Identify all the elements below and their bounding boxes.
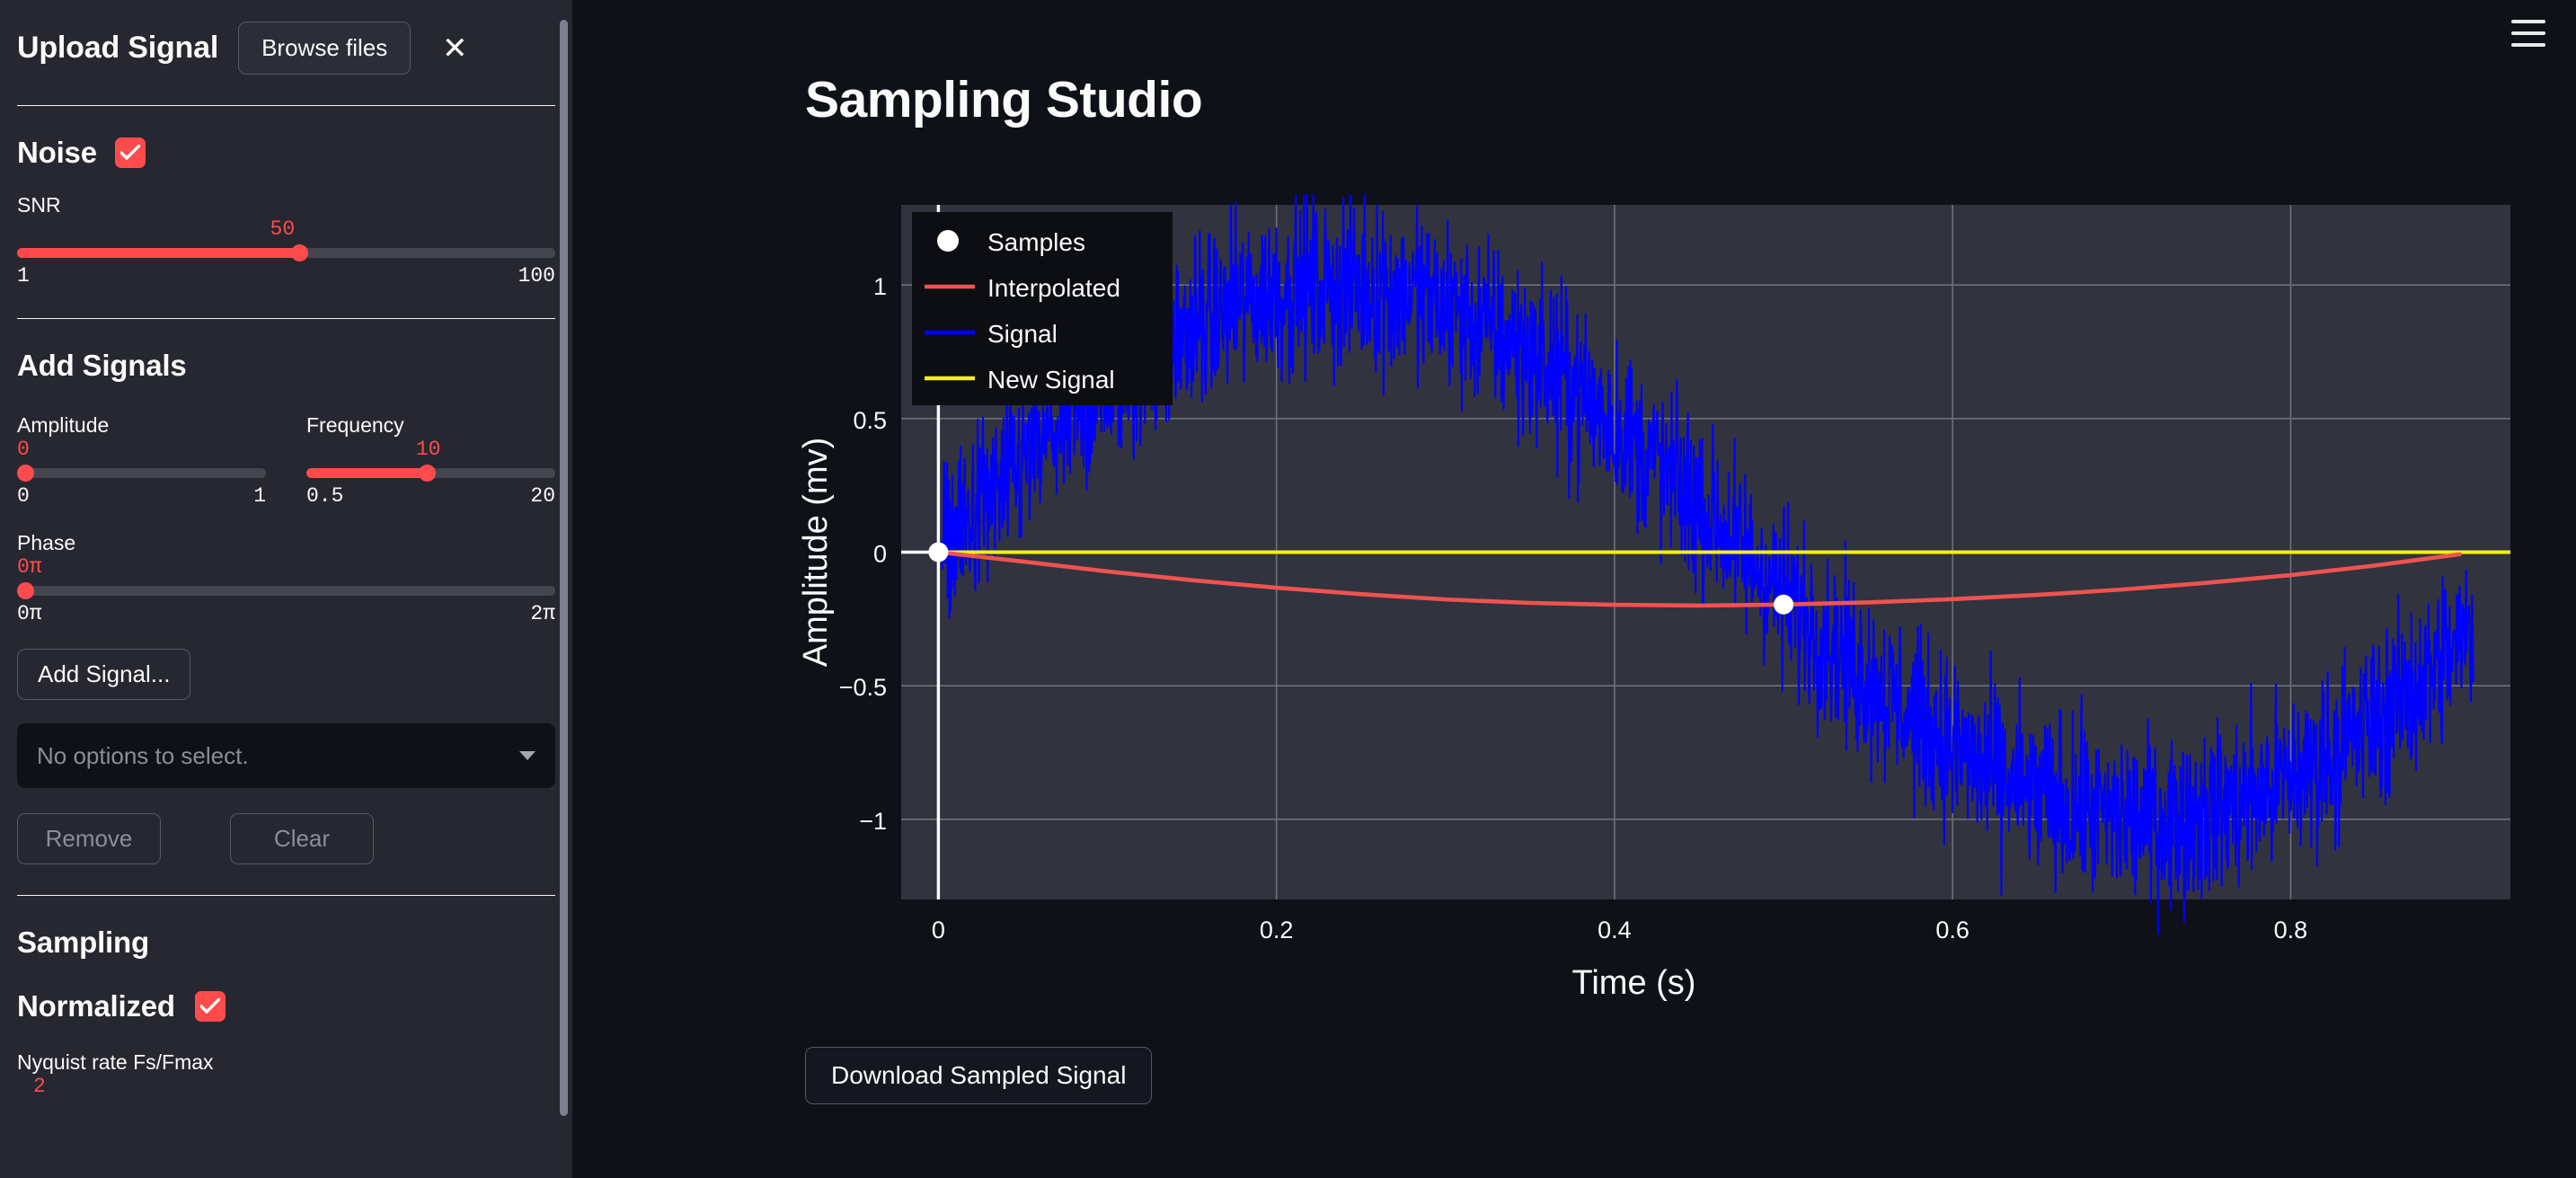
snr-min: 1 <box>17 264 30 288</box>
amplitude-frequency-row: Amplitude 0 0 1 Frequency 10 0.5 20 <box>17 390 555 508</box>
phase-slider-knob[interactable] <box>17 582 34 599</box>
add-signal-button[interactable]: Add Signal... <box>17 649 191 700</box>
signal-select-placeholder: No options to select. <box>37 741 249 769</box>
sampling-title: Sampling <box>17 926 149 959</box>
snr-slider-knob[interactable] <box>291 244 309 261</box>
y-tick-label: −0.5 <box>839 674 887 701</box>
frequency-value: 10 <box>415 438 441 461</box>
snr-max: 100 <box>518 264 555 288</box>
noise-toggle-row: Noise <box>17 136 555 170</box>
noise-checkbox[interactable] <box>114 137 146 168</box>
x-tick-label: 0.2 <box>1260 917 1294 943</box>
y-tick-label: 0 <box>873 541 887 568</box>
x-tick-label: 0.8 <box>2274 917 2308 943</box>
browse-files-button[interactable]: Browse files <box>238 22 412 75</box>
upload-section-header: Upload Signal Browse files ✕ <box>17 13 555 75</box>
amplitude-slider-knob[interactable] <box>17 465 34 482</box>
signal-plot[interactable]: 1 0.5 0 −0.5 −1 0 0.2 0.4 0.6 0.8 Amplitude (mv) Ti… <box>794 171 2537 1048</box>
close-icon[interactable]: ✕ <box>439 33 470 64</box>
phase-control: Phase 0π 0π 2π <box>17 531 555 625</box>
frequency-range: 0.5 20 <box>306 484 555 508</box>
frequency-control: Frequency 10 0.5 20 <box>306 390 555 508</box>
amplitude-slider[interactable] <box>17 465 266 482</box>
legend-label: New Signal <box>987 366 1115 394</box>
upload-signal-title: Upload Signal <box>17 31 219 65</box>
phase-min: 0π <box>17 602 42 625</box>
add-signals-title: Add Signals <box>17 349 187 382</box>
snr-value: 50 <box>270 217 296 241</box>
phase-slider-track <box>17 586 555 596</box>
amplitude-range: 0 1 <box>17 484 266 508</box>
x-axis-title: Time (s) <box>1572 964 1696 1002</box>
y-tick-label: 1 <box>873 273 887 300</box>
divider-upload <box>17 105 555 106</box>
y-tick-label: −1 <box>859 808 887 835</box>
hamburger-menu-icon[interactable] <box>2511 20 2545 47</box>
nyquist-rate-value: 2 <box>32 1075 46 1098</box>
check-icon <box>120 145 140 160</box>
signal-select-dropdown[interactable]: No options to select. <box>17 723 555 788</box>
noise-title: Noise <box>17 136 97 169</box>
y-axis-title: Amplitude (mv) <box>797 438 835 668</box>
hamburger-bar <box>2511 31 2545 35</box>
frequency-min: 0.5 <box>306 484 344 508</box>
download-sampled-signal-button[interactable]: Download Sampled Signal <box>805 1047 1153 1104</box>
snr-range: 1 100 <box>17 264 555 288</box>
divider-noise <box>17 318 555 319</box>
amplitude-value: 0 <box>17 438 30 461</box>
legend-label: Signal <box>987 320 1058 348</box>
nyquist-rate-label: Nyquist rate Fs/Fmax <box>17 1050 214 1074</box>
hamburger-bar <box>2511 43 2545 47</box>
legend-label: Interpolated <box>987 274 1120 302</box>
snr-label: SNR <box>17 193 61 217</box>
normalized-toggle-row: Normalized <box>17 989 555 1023</box>
sidebar: Upload Signal Browse files ✕ Noise SNR 5… <box>0 0 572 1178</box>
normalized-label: Normalized <box>17 989 175 1023</box>
frequency-slider-knob[interactable] <box>418 465 436 482</box>
legend-marker-dot <box>937 230 959 252</box>
check-icon <box>199 998 220 1014</box>
phase-value: 0π <box>17 555 42 579</box>
phase-label: Phase <box>17 531 76 554</box>
frequency-slider-fill <box>306 468 431 478</box>
x-tick-label: 0 <box>932 917 945 943</box>
amplitude-min: 0 <box>17 484 30 508</box>
amplitude-label: Amplitude <box>17 413 110 437</box>
clear-button[interactable]: Clear <box>230 813 374 864</box>
snr-slider[interactable] <box>17 244 555 261</box>
x-tick-label: 0.6 <box>1935 917 1970 943</box>
app-root: Upload Signal Browse files ✕ Noise SNR 5… <box>0 0 2576 1178</box>
hamburger-bar <box>2511 20 2545 23</box>
amplitude-max: 1 <box>253 484 266 508</box>
phase-range: 0π 2π <box>17 602 555 625</box>
signal-actions-row: Remove Clear <box>17 813 555 864</box>
chevron-down-icon <box>519 751 536 760</box>
x-tick-label: 0.4 <box>1598 917 1632 943</box>
sample-point <box>1774 594 1794 615</box>
page-title: Sampling Studio <box>805 71 1203 128</box>
y-tick-label: 0.5 <box>853 407 887 434</box>
frequency-slider[interactable] <box>306 465 555 482</box>
sidebar-scrollbar[interactable] <box>560 20 568 1116</box>
frequency-label: Frequency <box>306 413 404 437</box>
remove-button[interactable]: Remove <box>17 813 161 864</box>
legend-label: Samples <box>987 228 1085 256</box>
phase-slider[interactable] <box>17 582 555 599</box>
phase-max: 2π <box>530 602 555 625</box>
snr-slider-fill <box>17 248 303 258</box>
main-content: Sampling Studio 1 0.5 0 −0.5 −1 0 0.2 0.4 0.6 0.8… <box>572 0 2576 1178</box>
divider-signals <box>17 895 555 896</box>
frequency-max: 20 <box>530 484 555 508</box>
normalized-checkbox[interactable] <box>194 991 226 1022</box>
signal-plot-svg: 1 0.5 0 −0.5 −1 0 0.2 0.4 0.6 0.8 Amplitude (mv) Ti… <box>797 171 2510 1002</box>
sample-point <box>928 542 949 562</box>
amplitude-slider-track <box>17 468 266 478</box>
amplitude-control: Amplitude 0 0 1 <box>17 390 266 508</box>
